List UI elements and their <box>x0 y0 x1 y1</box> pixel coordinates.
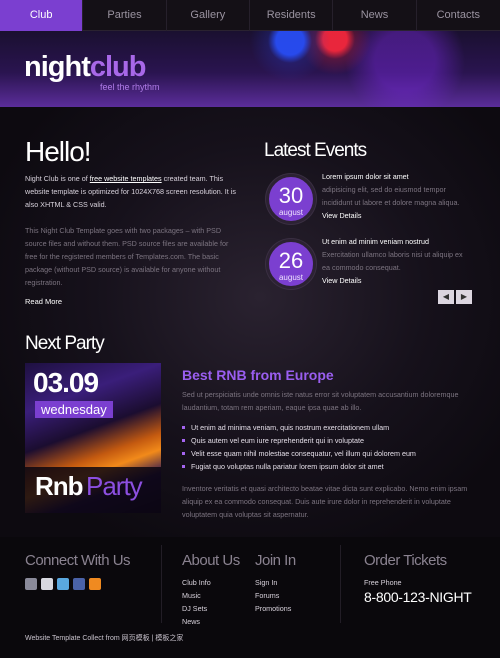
prev-arrow-icon[interactable]: ◀ <box>438 290 454 304</box>
list-item: Quis autem vel eum iure reprehenderit qu… <box>182 434 472 447</box>
event-headline: Lorem ipsum dolor sit amet <box>322 172 409 181</box>
rss-icon[interactable] <box>89 578 101 590</box>
footer-link-news[interactable]: News <box>182 615 211 628</box>
email-icon[interactable] <box>25 578 37 590</box>
hello-heading: Hello! <box>25 136 92 167</box>
rnb-bullet-list: Ut enim ad minima veniam, quis nostrum e… <box>182 421 472 473</box>
event-date-badge: 26 august <box>266 239 316 289</box>
event-summary: Exercitation ullamco laboris nisi ut ali… <box>322 250 463 272</box>
rnb-heading: Best RNB from Europe <box>182 367 334 383</box>
phone-label: Free Phone <box>364 578 402 587</box>
list-item: Velit esse quam nihil molestiae consequa… <box>182 447 472 460</box>
view-details-link[interactable]: View Details <box>322 274 472 287</box>
flickr-icon[interactable] <box>41 578 53 590</box>
about-links: Club Info Music DJ Sets News <box>182 576 211 628</box>
party-date: 03.09 <box>33 367 99 398</box>
latest-events-heading: Latest Events <box>264 140 367 161</box>
footer-link-forums[interactable]: Forums <box>255 589 291 602</box>
next-party-heading: Next Party <box>25 333 105 354</box>
list-item: Ut enim ad minima veniam, quis nostrum e… <box>182 421 472 434</box>
site-logo[interactable]: nightclub <box>24 51 147 84</box>
event-item: 30 august Lorem ipsum dolor sit amet adi… <box>266 170 476 230</box>
event-date-badge: 30 august <box>266 174 316 224</box>
top-nav: Club Parties Gallery Residents News Cont… <box>0 0 500 31</box>
header-banner: nightclub feel the rhythm <box>0 31 500 107</box>
event-month: august <box>278 273 304 282</box>
hello-intro: Night Club is one of free website templa… <box>25 172 240 211</box>
join-links: Sign In Forums Promotions <box>255 576 291 615</box>
connect-heading: Connect With Us <box>25 552 131 569</box>
nav-item-contacts[interactable]: Contacts <box>417 0 500 31</box>
event-day: 26 <box>278 248 304 273</box>
nav-item-club[interactable]: Club <box>0 0 84 31</box>
site-slogan: feel the rhythm <box>100 82 160 92</box>
copyright: Website Template Collect from 网页模板 | 模板之… <box>25 635 184 642</box>
facebook-icon[interactable] <box>73 578 85 590</box>
rnb-outro: Inventore veritatis et quasi architecto … <box>182 484 468 519</box>
party-name-party: Party <box>86 471 143 501</box>
nav-item-gallery[interactable]: Gallery <box>167 0 250 31</box>
twitter-icon[interactable] <box>57 578 69 590</box>
event-day: 30 <box>278 183 304 208</box>
rnb-intro: Sed ut perspiciatis unde omnis iste natu… <box>182 390 459 412</box>
footer-link-music[interactable]: Music <box>182 589 211 602</box>
phone-number[interactable]: 8-800-123-NIGHT <box>364 589 472 605</box>
next-arrow-icon[interactable]: ▶ <box>456 290 472 304</box>
event-month: august <box>278 208 304 217</box>
view-details-link[interactable]: View Details <box>322 209 472 222</box>
footer-divider <box>161 545 162 623</box>
event-item: 26 august Ut enim ad minim veniam nostru… <box>266 235 476 295</box>
order-tickets-heading: Order Tickets <box>364 552 447 569</box>
party-poster[interactable]: 03.09 wednesday Rnb Party <box>25 363 161 513</box>
free-templates-link[interactable]: free website templates <box>90 174 162 183</box>
footer-divider <box>340 545 341 623</box>
nav-item-news[interactable]: News <box>333 0 417 31</box>
logo-word-club: club <box>89 51 147 83</box>
join-heading: Join In <box>255 552 296 569</box>
party-weekday: wednesday <box>35 401 113 418</box>
event-text: Lorem ipsum dolor sit amet adipisicing e… <box>322 170 472 222</box>
footer-link-promotions[interactable]: Promotions <box>255 602 291 615</box>
footer-link-club-info[interactable]: Club Info <box>182 576 211 589</box>
social-icons <box>25 578 101 590</box>
footer-link-dj-sets[interactable]: DJ Sets <box>182 602 211 615</box>
list-item: Fugiat quo voluptas nulla pariatur lorem… <box>182 460 472 473</box>
hello-description: This Night Club Template goes with two p… <box>25 226 229 287</box>
logo-word-night: night <box>24 51 91 83</box>
party-name-rnb: Rnb <box>35 471 84 501</box>
footer-link-sign-in[interactable]: Sign In <box>255 576 291 589</box>
event-text: Ut enim ad minim veniam nostrud Exercita… <box>322 235 472 287</box>
event-summary: adipisicing elit, sed do eiusmod tempor … <box>322 185 460 207</box>
nav-item-residents[interactable]: Residents <box>250 0 334 31</box>
nav-item-parties[interactable]: Parties <box>83 0 167 31</box>
event-headline: Ut enim ad minim veniam nostrud <box>322 237 430 246</box>
hello-intro-text-start: Night Club is one of <box>25 174 90 183</box>
events-pager: ◀ ▶ <box>438 290 472 304</box>
about-heading: About Us <box>182 552 240 569</box>
read-more-link[interactable]: Read More <box>25 297 62 306</box>
